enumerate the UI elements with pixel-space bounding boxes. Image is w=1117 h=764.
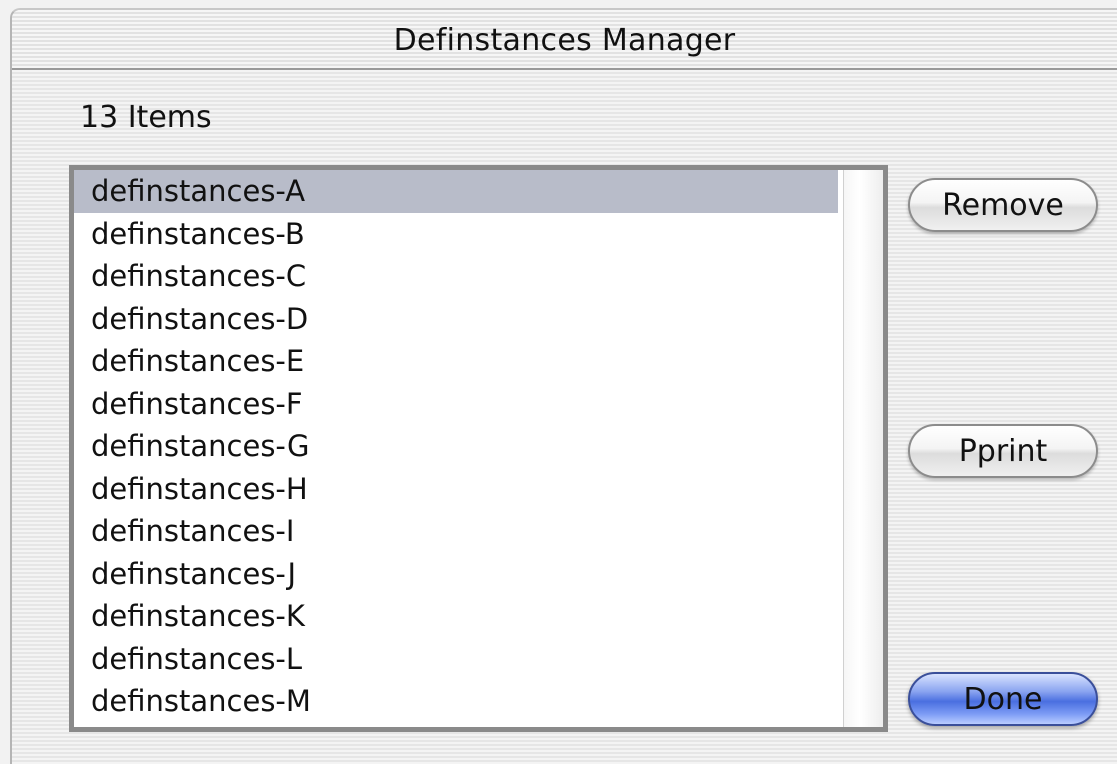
list-item[interactable]: definstances-C: [74, 255, 838, 298]
definstances-list-items: definstances-A definstances-B definstanc…: [74, 170, 838, 727]
item-count-label: 13 Items: [80, 100, 212, 135]
list-item[interactable]: definstances-I: [74, 510, 838, 553]
list-item[interactable]: definstances-G: [74, 425, 838, 468]
list-item[interactable]: definstances-M: [74, 680, 838, 723]
list-item[interactable]: definstances-D: [74, 298, 838, 341]
pprint-button[interactable]: Pprint: [908, 424, 1098, 478]
list-item[interactable]: definstances-B: [74, 213, 838, 256]
list-item[interactable]: definstances-J: [74, 553, 838, 596]
defintances-manager-window: Definstances Manager 13 Items definstanc…: [10, 8, 1117, 764]
list-item[interactable]: definstances-H: [74, 468, 838, 511]
done-button[interactable]: Done: [908, 672, 1098, 726]
list-item[interactable]: definstances-A: [74, 170, 838, 213]
window-title: Definstances Manager: [393, 23, 736, 58]
list-scrollbar[interactable]: [843, 170, 883, 727]
list-item[interactable]: definstances-K: [74, 595, 838, 638]
remove-button[interactable]: Remove: [908, 178, 1098, 232]
definstances-list[interactable]: definstances-A definstances-B definstanc…: [69, 165, 888, 732]
list-item[interactable]: definstances-F: [74, 383, 838, 426]
title-bar[interactable]: Definstances Manager: [12, 10, 1117, 70]
list-item[interactable]: definstances-L: [74, 638, 838, 681]
list-item[interactable]: definstances-E: [74, 340, 838, 383]
